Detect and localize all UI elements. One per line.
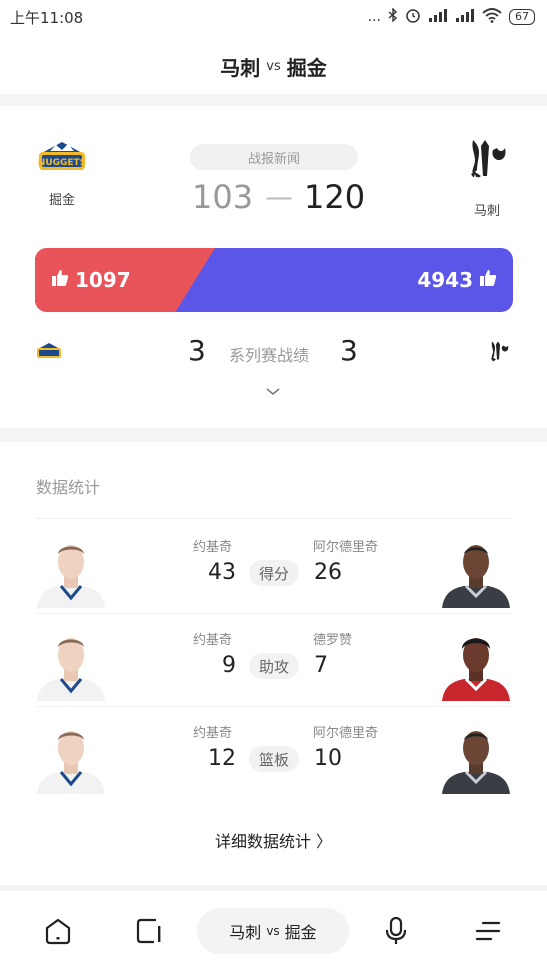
left-value: 43 — [208, 560, 236, 585]
stat-category-pill: 助攻 — [249, 653, 299, 679]
vote-right-button[interactable]: 4943 — [417, 268, 497, 292]
page-title: 马刺 vs 掘金 — [0, 38, 547, 94]
stats-card: 数据统计 约基奇 阿尔德里奇 43 得分 26 约基奇 德罗赞 9 助攻 7 约… — [0, 442, 547, 885]
right-value: 7 — [314, 653, 328, 678]
menu-icon[interactable] — [470, 913, 506, 949]
vote-right-count: 4943 — [417, 268, 473, 292]
svg-text:NUGGETS: NUGGETS — [38, 158, 86, 168]
pill-team-b: 掘金 — [284, 923, 317, 942]
detailed-stats-link[interactable]: 详细数据统计 〉 — [0, 828, 547, 852]
right-player-name: 阿尔德里奇 — [313, 540, 379, 555]
tabs-icon[interactable] — [131, 913, 167, 949]
spurs-logo-icon — [457, 136, 517, 190]
player-photo-right — [440, 726, 512, 794]
right-value: 26 — [314, 560, 342, 585]
match-card: NUGGETS 掘金 战报新闻 103 — 120 马刺 1097 4943 3… — [0, 106, 547, 428]
right-player-name: 德罗赞 — [313, 633, 353, 648]
row-divider — [36, 613, 512, 614]
series-right-score: 3 — [340, 334, 358, 367]
bottom-nav: 马刺 vs 掘金 — [0, 891, 547, 973]
stat-category-pill: 得分 — [249, 560, 299, 586]
left-value: 9 — [222, 653, 236, 678]
home-icon[interactable] — [40, 913, 76, 949]
right-player-name: 阿尔德里奇 — [313, 726, 379, 741]
team-right[interactable]: 马刺 — [457, 136, 517, 219]
wifi-icon — [482, 7, 502, 27]
score-right: 120 — [304, 178, 366, 216]
series-left-score: 3 — [188, 334, 206, 367]
right-value: 10 — [314, 746, 342, 771]
player-photo-left — [35, 726, 107, 794]
left-player-name: 约基奇 — [193, 726, 233, 741]
left-player-name: 约基奇 — [193, 633, 233, 648]
team-left[interactable]: NUGGETS 掘金 — [32, 139, 92, 208]
stats-title: 数据统计 — [36, 478, 101, 497]
battery-icon: 67 — [509, 9, 535, 25]
stat-row-rebounds[interactable]: 约基奇 阿尔德里奇 12 篮板 10 — [0, 712, 547, 805]
stat-row-points[interactable]: 约基奇 阿尔德里奇 43 得分 26 — [0, 526, 547, 619]
score-dash: — — [265, 180, 293, 213]
support-vote-bar: 1097 4943 — [35, 248, 513, 312]
status-icons: ... 67 — [368, 7, 535, 27]
left-value: 12 — [208, 746, 236, 771]
alarm-icon — [405, 7, 421, 27]
chevron-down-icon[interactable] — [265, 382, 281, 401]
vote-left-button[interactable]: 1097 — [51, 268, 131, 292]
status-bar: 上午11:08 ... 67 — [0, 0, 547, 38]
player-photo-left — [35, 633, 107, 701]
pill-team-a: 马刺 — [229, 923, 262, 942]
bluetooth-icon — [388, 7, 398, 26]
microphone-icon[interactable] — [378, 913, 414, 949]
left-player-name: 约基奇 — [193, 540, 233, 555]
spurs-small-logo-icon — [487, 339, 511, 369]
news-button[interactable]: 战报新闻 — [190, 144, 358, 170]
score-left: 103 — [192, 178, 254, 216]
signal-icon — [428, 8, 448, 26]
title-team-a: 马刺 — [220, 55, 261, 80]
divider — [36, 518, 512, 519]
thumbs-up-icon — [479, 268, 497, 292]
team-left-name: 掘金 — [48, 193, 75, 208]
status-time: 上午11:08 — [10, 9, 84, 27]
pill-vs: vs — [266, 924, 280, 938]
title-vs: vs — [266, 58, 281, 74]
player-photo-right — [440, 633, 512, 701]
stat-row-assists[interactable]: 约基奇 德罗赞 9 助攻 7 — [0, 619, 547, 712]
team-right-name: 马刺 — [473, 204, 500, 219]
title-team-b: 掘金 — [286, 55, 327, 80]
stat-category-pill: 篮板 — [249, 746, 299, 772]
search-pill[interactable]: 马刺 vs 掘金 — [197, 908, 349, 954]
more-dots-icon: ... — [367, 9, 381, 25]
thumbs-up-icon — [51, 268, 69, 292]
vote-left-count: 1097 — [75, 268, 131, 292]
player-photo-left — [35, 540, 107, 608]
nuggets-logo-icon: NUGGETS — [32, 139, 92, 179]
player-photo-right — [440, 540, 512, 608]
series-record: 3 系列赛战绩 3 — [0, 334, 547, 374]
signal-icon-2 — [455, 8, 475, 26]
nuggets-small-logo-icon — [35, 342, 63, 364]
series-label: 系列赛战绩 — [229, 346, 310, 365]
row-divider — [36, 706, 512, 707]
